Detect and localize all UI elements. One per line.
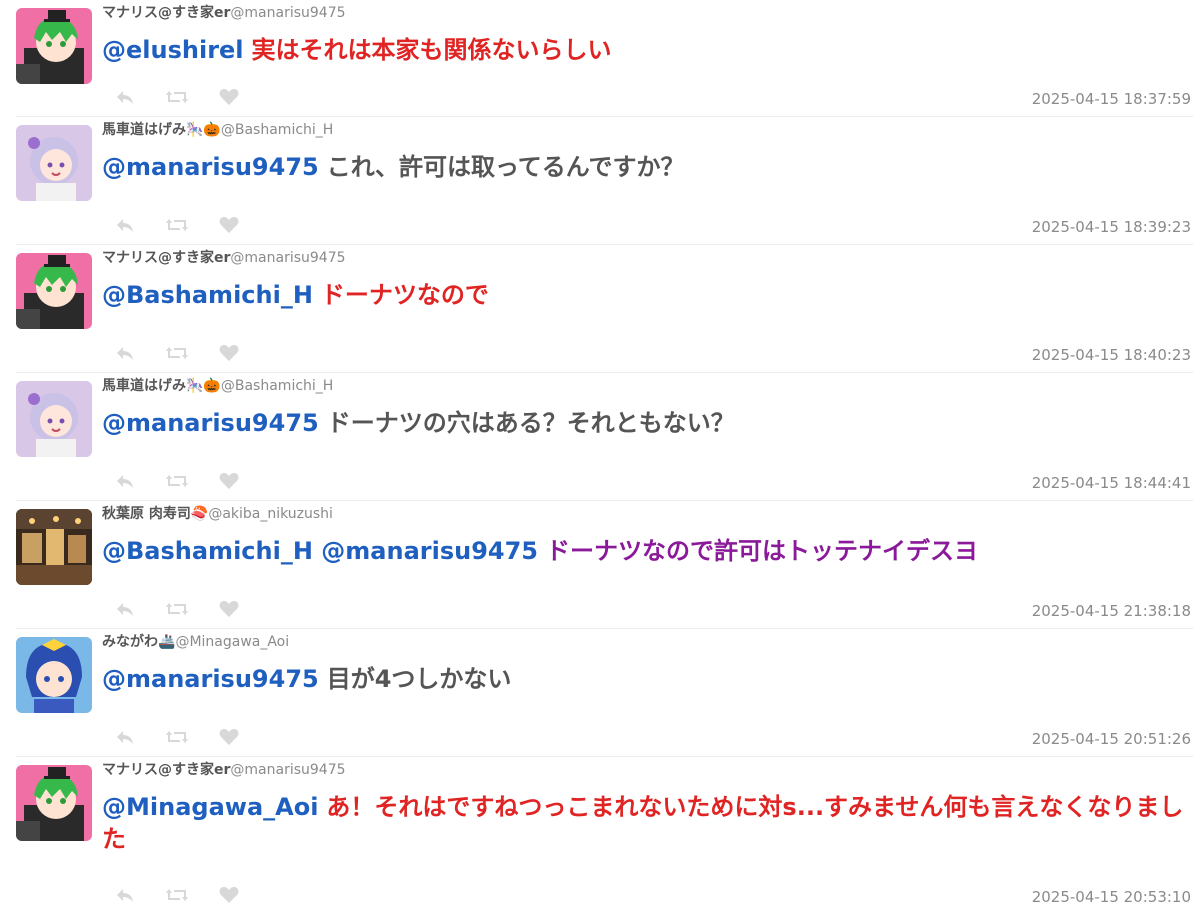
mention-link[interactable]: @Minagawa_Aoi: [102, 793, 318, 821]
avatar[interactable]: [16, 765, 92, 841]
timestamp[interactable]: 2025-04-15 20:51:26: [1032, 730, 1191, 748]
avatar[interactable]: [16, 637, 92, 713]
tweet-text: @manarisu9475 これ、許可は取ってるんですか？: [102, 151, 1193, 183]
tweet-message: ドーナツなので許可はトッテナイデスヨ: [546, 537, 978, 565]
retweet-icon[interactable]: [166, 342, 188, 364]
tweet-message: 実はそれは本家も関係ないらしい: [251, 36, 612, 64]
tweet-actions: [114, 86, 270, 108]
tweet-actions: [114, 598, 270, 620]
display-name[interactable]: 馬車道はげみ: [102, 122, 186, 138]
tweet-message: ドーナツの穴はある？それともない？: [326, 409, 735, 437]
tweet-header: マナリス@すき家er@manarisu9475: [102, 4, 346, 22]
tweet-actions: [114, 214, 270, 236]
user-handle[interactable]: @manarisu9475: [230, 5, 345, 21]
mention-link[interactable]: @elushirel: [102, 36, 244, 64]
tweet-message: ドーナツなので: [320, 281, 489, 309]
tweet-actions: [114, 470, 270, 492]
tweet-message: これ、許可は取ってるんですか？: [326, 153, 685, 181]
tweet: マナリス@すき家er@manarisu9475 @Minagawa_Aoi あ！そ…: [16, 757, 1193, 914]
display-name[interactable]: マナリス@すき家er: [102, 5, 230, 21]
name-emoji: 🚢: [158, 634, 176, 650]
like-icon[interactable]: [218, 86, 240, 108]
tweet-text: @manarisu9475 ドーナツの穴はある？それともない？: [102, 407, 1193, 439]
tweet: 馬車道はげみ🎠🎃@Bashamichi_H @manarisu9475 これ、許可…: [16, 117, 1193, 245]
tweet-feed: マナリス@すき家er@manarisu9475 @elushirel 実はそれは本…: [0, 0, 1200, 914]
timestamp[interactable]: 2025-04-15 18:39:23: [1032, 218, 1191, 236]
timestamp[interactable]: 2025-04-15 20:53:10: [1032, 888, 1191, 906]
display-name[interactable]: 馬車道はげみ: [102, 378, 186, 394]
reply-icon[interactable]: [114, 342, 136, 364]
mention-link[interactable]: @manarisu9475: [102, 665, 319, 693]
display-name[interactable]: みながわ: [102, 634, 158, 650]
display-name[interactable]: マナリス@すき家er: [102, 762, 230, 778]
like-icon[interactable]: [218, 598, 240, 620]
avatar[interactable]: [16, 125, 92, 201]
mention-link[interactable]: @manarisu9475: [321, 537, 538, 565]
tweet-text: @manarisu9475 目が4つしかない: [102, 663, 1193, 695]
avatar[interactable]: [16, 509, 92, 585]
reply-icon[interactable]: [114, 86, 136, 108]
user-handle[interactable]: @Minagawa_Aoi: [175, 634, 289, 650]
like-icon[interactable]: [218, 214, 240, 236]
tweet: みながわ🚢@Minagawa_Aoi @manarisu9475 目が4つしかない…: [16, 629, 1193, 757]
tweet-header: みながわ🚢@Minagawa_Aoi: [102, 633, 289, 651]
tweet-actions: [114, 342, 270, 364]
tweet-actions: [114, 884, 270, 906]
tweet-text: @Bashamichi_H @manarisu9475 ドーナツなので許可はトッテ…: [102, 535, 1193, 567]
mention-link[interactable]: @Bashamichi_H: [102, 537, 313, 565]
tweet: 馬車道はげみ🎠🎃@Bashamichi_H @manarisu9475 ドーナツの…: [16, 373, 1193, 501]
mention-link[interactable]: @manarisu9475: [102, 409, 319, 437]
retweet-icon[interactable]: [166, 214, 188, 236]
name-emoji: 🎠🎃: [186, 378, 221, 394]
reply-icon[interactable]: [114, 726, 136, 748]
reply-icon[interactable]: [114, 598, 136, 620]
user-handle[interactable]: @manarisu9475: [230, 250, 345, 266]
tweet-header: マナリス@すき家er@manarisu9475: [102, 249, 346, 267]
user-handle[interactable]: @manarisu9475: [230, 762, 345, 778]
name-emoji: 🎠🎃: [186, 122, 221, 138]
reply-icon[interactable]: [114, 470, 136, 492]
user-handle[interactable]: @Bashamichi_H: [221, 378, 333, 394]
retweet-icon[interactable]: [166, 470, 188, 492]
tweet-message: 目が4つしかない: [326, 665, 512, 693]
tweet-text: @Minagawa_Aoi あ！それはですねつっこまれないために対s...すみませ…: [102, 791, 1193, 855]
tweet-header: マナリス@すき家er@manarisu9475: [102, 761, 346, 779]
tweet-text: @Bashamichi_H ドーナツなので: [102, 279, 1193, 311]
tweet-header: 馬車道はげみ🎠🎃@Bashamichi_H: [102, 377, 333, 395]
like-icon[interactable]: [218, 884, 240, 906]
like-icon[interactable]: [218, 470, 240, 492]
mention-link[interactable]: @Bashamichi_H: [102, 281, 313, 309]
mention-link[interactable]: @manarisu9475: [102, 153, 319, 181]
tweet-header: 馬車道はげみ🎠🎃@Bashamichi_H: [102, 121, 333, 139]
timestamp[interactable]: 2025-04-15 21:38:18: [1032, 602, 1191, 620]
tweet: 秋葉原 肉寿司🍣@akiba_nikuzushi @Bashamichi_H @…: [16, 501, 1193, 629]
avatar[interactable]: [16, 381, 92, 457]
tweet-text: @elushirel 実はそれは本家も関係ないらしい: [102, 34, 1193, 66]
display-name[interactable]: マナリス@すき家er: [102, 250, 230, 266]
reply-icon[interactable]: [114, 214, 136, 236]
timestamp[interactable]: 2025-04-15 18:37:59: [1032, 90, 1191, 108]
retweet-icon[interactable]: [166, 598, 188, 620]
tweet-header: 秋葉原 肉寿司🍣@akiba_nikuzushi: [102, 505, 333, 523]
like-icon[interactable]: [218, 342, 240, 364]
tweet-actions: [114, 726, 270, 748]
retweet-icon[interactable]: [166, 726, 188, 748]
avatar[interactable]: [16, 8, 92, 84]
retweet-icon[interactable]: [166, 884, 188, 906]
name-emoji: 🍣: [190, 506, 209, 522]
retweet-icon[interactable]: [166, 86, 188, 108]
like-icon[interactable]: [218, 726, 240, 748]
tweet: マナリス@すき家er@manarisu9475 @elushirel 実はそれは本…: [16, 0, 1193, 117]
avatar[interactable]: [16, 253, 92, 329]
user-handle[interactable]: @akiba_nikuzushi: [208, 506, 333, 522]
display-name[interactable]: 秋葉原 肉寿司: [102, 506, 191, 522]
timestamp[interactable]: 2025-04-15 18:44:41: [1032, 474, 1191, 492]
reply-icon[interactable]: [114, 884, 136, 906]
user-handle[interactable]: @Bashamichi_H: [221, 122, 333, 138]
timestamp[interactable]: 2025-04-15 18:40:23: [1032, 346, 1191, 364]
tweet: マナリス@すき家er@manarisu9475 @Bashamichi_H ドーナ…: [16, 245, 1193, 373]
